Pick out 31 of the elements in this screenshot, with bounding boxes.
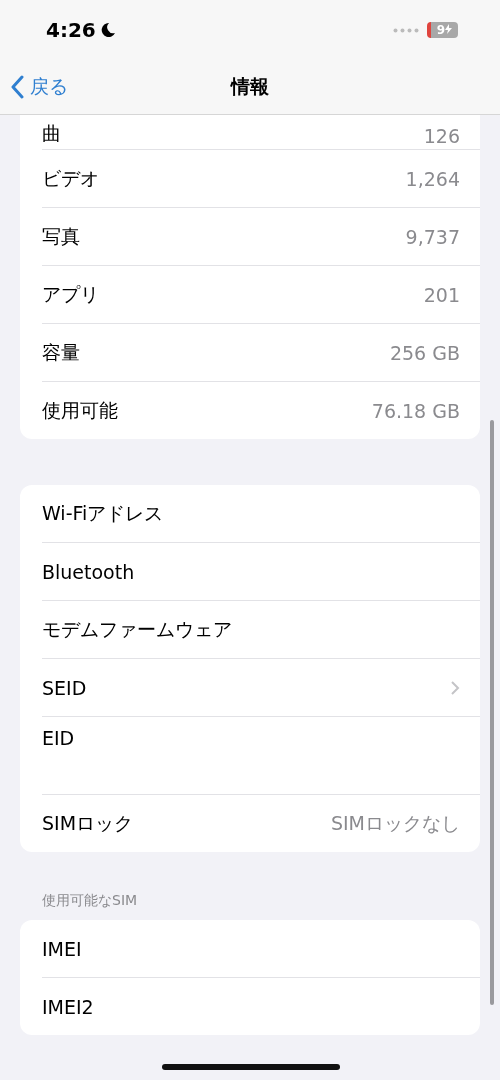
row-label: 容量 [42,339,80,365]
row-value: 256 GB [389,341,460,364]
battery-indicator: 9 [426,22,458,38]
row-value: 1,264 [405,167,460,190]
row-label: IMEI [42,937,82,960]
row-label: モデムファームウェア [42,616,232,642]
row-label: SEID [42,676,87,699]
row-label: 写真 [42,223,80,249]
row-label: IMEI2 [42,995,94,1018]
row-value: 126 [423,125,460,147]
page-title: 情報 [231,74,269,99]
signal-icon [392,27,419,33]
row-label: ビデオ [42,165,99,191]
chevron-icon [450,679,460,696]
bolt-icon [445,24,452,34]
row-value: 9,737 [405,225,460,248]
section-header: 使用可能なSIM [41,892,139,910]
chevron-left-icon [10,75,24,99]
row-label: 曲 [42,121,61,146]
row-label: 使用可能 [42,397,118,423]
row-label: アプリ [42,281,99,307]
row-label: SIMロック [42,810,134,836]
row-value: 76.18 GB [371,399,460,422]
row-value: 201 [423,283,460,306]
row-label: Bluetooth [42,560,135,583]
back-button[interactable]: 戻る [10,60,68,114]
row-value: SIMロックなし [330,810,460,836]
clock: 4:26 [46,18,96,42]
row-label: Wi-Fiアドレス [42,500,164,526]
moon-icon [99,22,116,38]
row-label: EID [42,727,75,749]
